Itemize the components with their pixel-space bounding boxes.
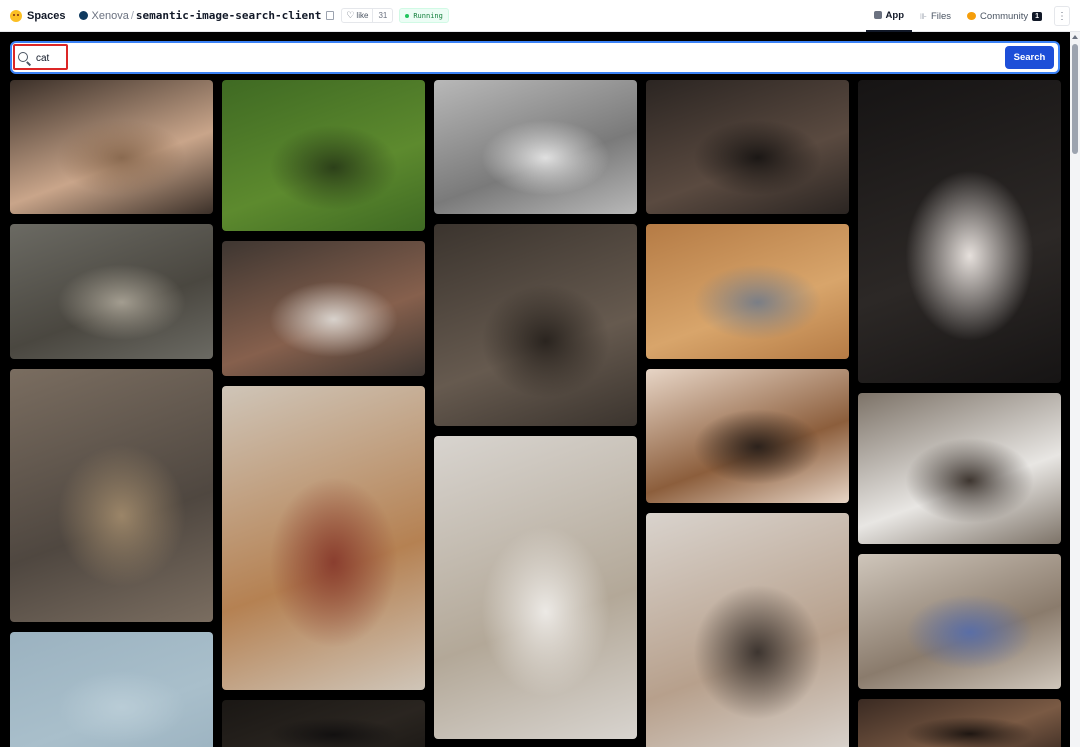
result-image[interactable] bbox=[434, 224, 637, 426]
app-frame: Search bbox=[0, 32, 1070, 747]
result-image[interactable] bbox=[858, 80, 1061, 383]
tab-community[interactable]: Community 1 bbox=[959, 0, 1050, 32]
more-options-button[interactable]: ⋮ bbox=[1054, 6, 1070, 26]
community-icon bbox=[967, 12, 977, 20]
like-button[interactable]: ♡ like bbox=[342, 9, 372, 22]
like-label: like bbox=[356, 11, 369, 20]
owner-avatar bbox=[78, 11, 88, 20]
result-image[interactable] bbox=[222, 241, 425, 376]
owner-link[interactable]: Xenova bbox=[92, 10, 129, 22]
result-image[interactable] bbox=[646, 513, 849, 747]
result-image[interactable] bbox=[10, 369, 213, 622]
result-image[interactable] bbox=[434, 436, 637, 739]
path-separator: / bbox=[130, 9, 134, 22]
like-control: ♡ like 31 bbox=[341, 8, 394, 23]
tab-files[interactable]: ⊪ Files bbox=[912, 0, 959, 32]
hugging-face-icon bbox=[10, 9, 22, 22]
tab-app[interactable]: App bbox=[865, 0, 913, 32]
app-icon bbox=[873, 11, 882, 19]
search-button[interactable]: Search bbox=[1005, 46, 1054, 69]
result-image[interactable] bbox=[10, 632, 213, 747]
space-nav: App ⊪ Files Community 1 ⋮ bbox=[865, 0, 1080, 32]
result-image[interactable] bbox=[434, 80, 637, 214]
search-icon bbox=[18, 52, 28, 62]
tab-app-label: App bbox=[885, 9, 905, 21]
search-bar: Search bbox=[10, 41, 1060, 74]
like-count[interactable]: 31 bbox=[372, 9, 392, 22]
result-image[interactable] bbox=[222, 386, 425, 690]
community-count-badge: 1 bbox=[1032, 11, 1042, 21]
result-image[interactable] bbox=[222, 80, 425, 231]
result-image[interactable] bbox=[858, 554, 1061, 689]
top-header: Spaces Xenova / semantic-image-search-cl… bbox=[0, 0, 1080, 32]
status-dot-icon bbox=[405, 13, 410, 18]
tab-community-label: Community bbox=[980, 10, 1029, 22]
result-image[interactable] bbox=[858, 393, 1061, 544]
scroll-thumb[interactable] bbox=[1072, 44, 1078, 154]
tab-files-label: Files bbox=[930, 10, 952, 22]
result-image[interactable] bbox=[646, 80, 849, 214]
result-image[interactable] bbox=[10, 224, 213, 359]
files-icon: ⊪ bbox=[920, 11, 927, 21]
repo-name[interactable]: semantic-image-search-client bbox=[136, 9, 321, 22]
result-image[interactable] bbox=[646, 369, 849, 503]
heart-icon: ♡ bbox=[346, 10, 355, 20]
page-scrollbar[interactable] bbox=[1070, 32, 1080, 747]
status-label: Running bbox=[413, 11, 443, 20]
search-input[interactable] bbox=[36, 48, 996, 68]
result-image[interactable] bbox=[10, 80, 213, 214]
scroll-up-arrow-icon[interactable] bbox=[1072, 35, 1078, 39]
result-image[interactable] bbox=[222, 700, 425, 747]
result-image[interactable] bbox=[858, 699, 1061, 747]
brand-label: Spaces bbox=[27, 9, 66, 22]
copy-icon[interactable] bbox=[326, 11, 335, 20]
spaces-logo[interactable]: Spaces bbox=[10, 9, 66, 22]
status-badge: Running bbox=[399, 8, 449, 23]
kebab-menu-icon: ⋮ bbox=[1057, 10, 1067, 22]
result-image[interactable] bbox=[646, 224, 849, 359]
